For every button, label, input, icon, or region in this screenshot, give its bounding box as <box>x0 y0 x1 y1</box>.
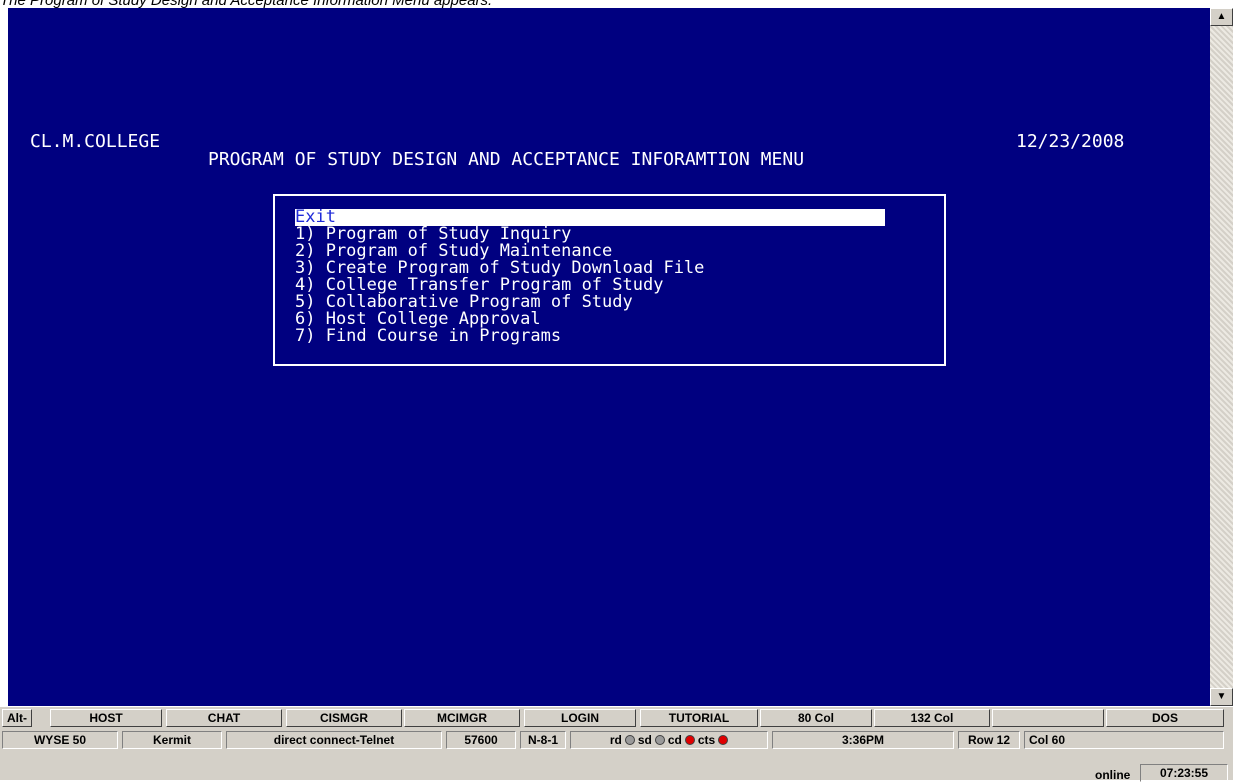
cursor-col: Col 60 <box>1024 731 1224 749</box>
scroll-up-arrow-icon[interactable]: ▲ <box>1210 8 1233 26</box>
terminal-screen[interactable]: CL.M.COLLEGE PROGRAM OF STUDY DESIGN AND… <box>8 8 1210 706</box>
cd-label: cd <box>667 733 682 747</box>
sd-light-icon <box>654 735 665 745</box>
cursor-row: Row 12 <box>958 731 1020 749</box>
protocol: Kermit <box>122 731 222 749</box>
college-name: CL.M.COLLEGE <box>30 131 161 152</box>
baud-rate: 57600 <box>446 731 516 749</box>
comm-params: N-8-1 <box>520 731 566 749</box>
cd-light-icon <box>684 735 695 745</box>
menu-heading: PROGRAM OF STUDY DESIGN AND ACCEPTANCE I… <box>208 149 805 170</box>
scroll-down-arrow-icon[interactable]: ▼ <box>1210 688 1233 706</box>
fkey-alt[interactable]: Alt- <box>2 709 32 727</box>
fkey-blank[interactable] <box>992 709 1104 727</box>
rd-light-icon <box>624 735 635 745</box>
caption: The Program of Study Design and Acceptan… <box>0 0 493 9</box>
menu-list: Exit 1) Program of Study Inquiry 2) Prog… <box>295 209 885 345</box>
connection-type: direct connect-Telnet <box>226 731 442 749</box>
fkey-dos[interactable]: DOS <box>1106 709 1224 727</box>
fkey-chat[interactable]: CHAT <box>166 709 282 727</box>
clock: 07:23:55 <box>1140 764 1228 782</box>
fkey-132-col[interactable]: 132 Col <box>874 709 990 727</box>
vertical-scrollbar[interactable] <box>1210 8 1233 706</box>
fkey-host[interactable]: HOST <box>50 709 162 727</box>
status-time: 3:36PM <box>772 731 954 749</box>
fkey-tutorial[interactable]: TUTORIAL <box>640 709 758 727</box>
fkey-login[interactable]: LOGIN <box>524 709 636 727</box>
bottom-bar <box>0 751 1233 780</box>
modem-lights: rd sd cd cts <box>570 731 768 749</box>
sd-label: sd <box>637 733 652 747</box>
menu-box: Exit 1) Program of Study Inquiry 2) Prog… <box>273 194 946 366</box>
status-bar: WYSE 50 Kermit direct connect-Telnet 576… <box>0 729 1233 751</box>
function-key-bar: Alt- HOST CHAT CISMGR MCIMGR LOGIN TUTOR… <box>0 707 1233 729</box>
fkey-80-col[interactable]: 80 Col <box>760 709 872 727</box>
cts-light-icon <box>718 735 729 745</box>
terminal-type: WYSE 50 <box>2 731 118 749</box>
cts-label: cts <box>697 733 716 747</box>
fkey-mcimgr[interactable]: MCIMGR <box>404 709 520 727</box>
rd-label: rd <box>609 733 622 747</box>
date: 12/23/2008 <box>1016 131 1125 152</box>
menu-item-find-course[interactable]: 7) Find Course in Programs <box>295 328 885 345</box>
fkey-cismgr[interactable]: CISMGR <box>286 709 402 727</box>
